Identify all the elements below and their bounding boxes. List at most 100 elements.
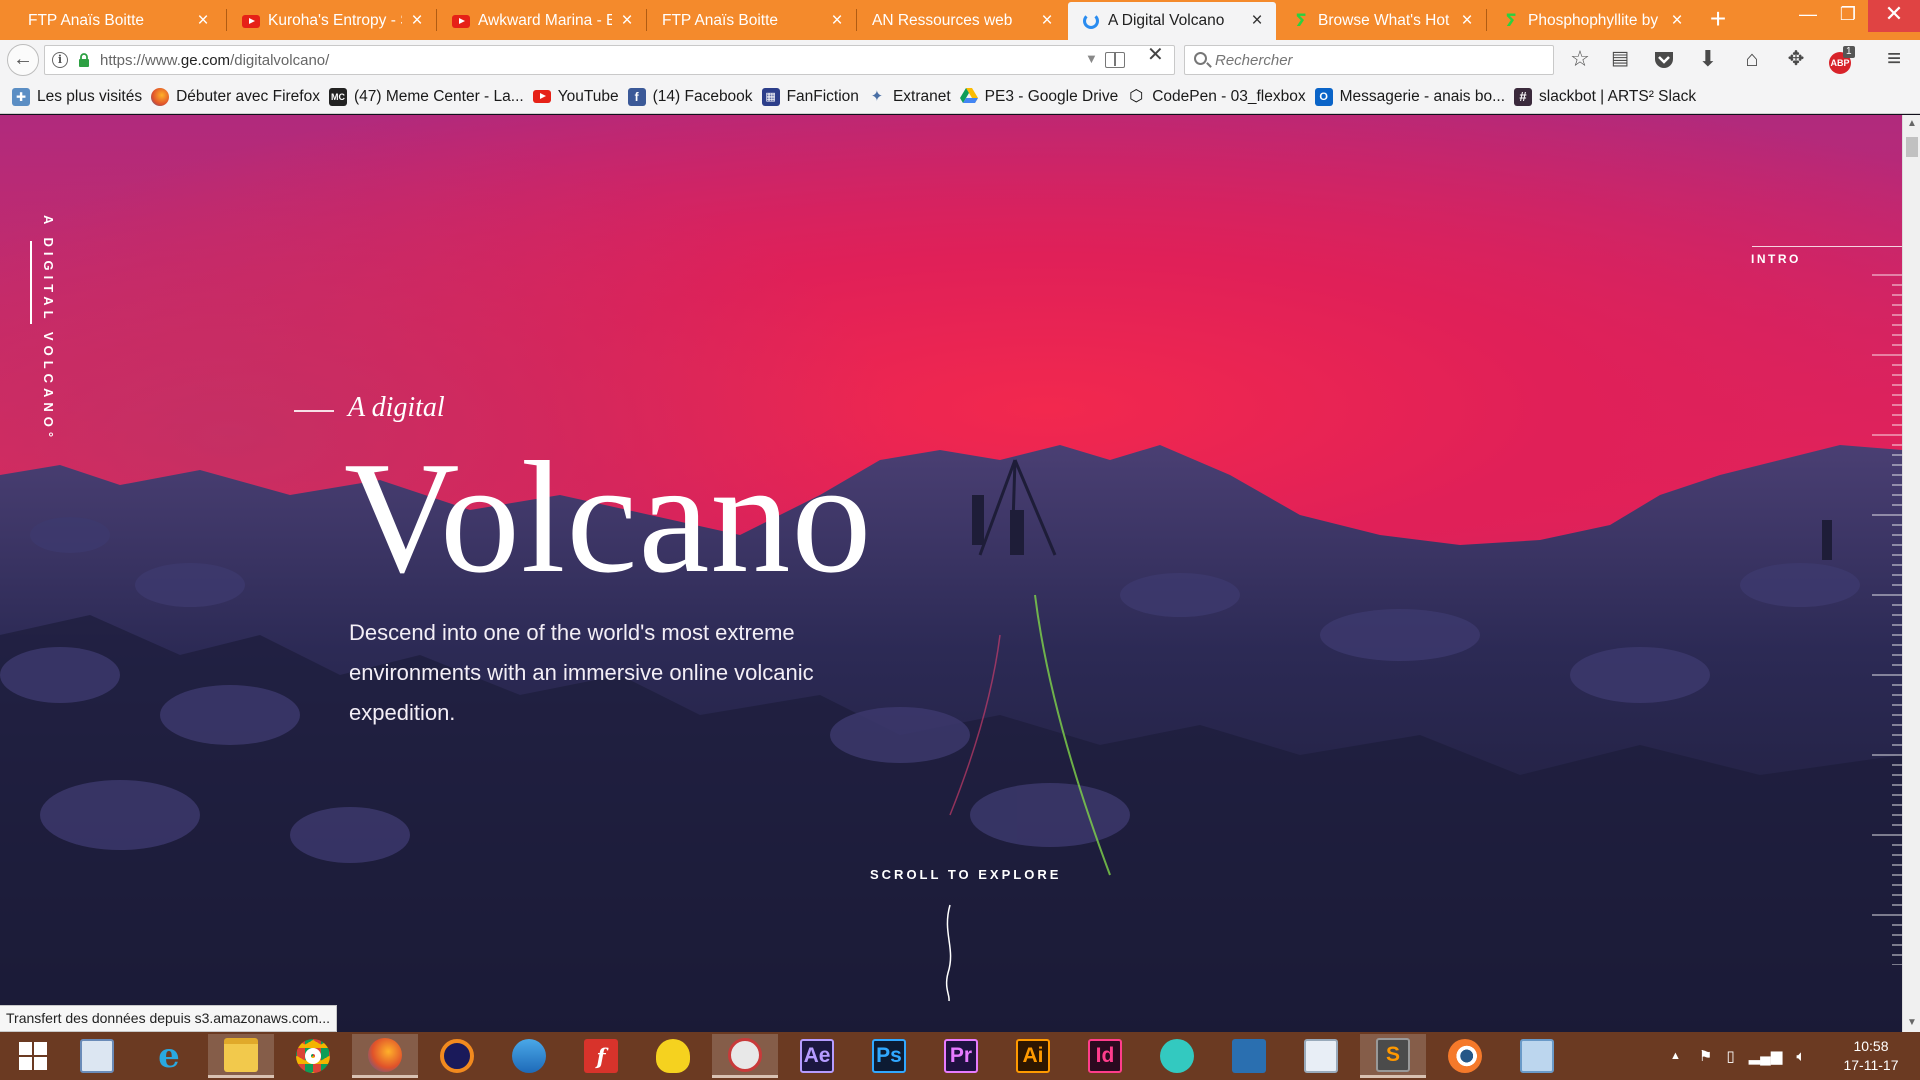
close-icon[interactable]: × <box>1038 10 1056 32</box>
restore-button[interactable]: ❐ <box>1828 0 1868 32</box>
control-panel-app[interactable] <box>1504 1034 1570 1078</box>
minimize-button[interactable]: — <box>1788 0 1828 32</box>
chrome-app[interactable] <box>280 1034 346 1078</box>
network-error-flag-icon[interactable]: ⚑ <box>1699 1047 1712 1065</box>
firefox-app[interactable] <box>352 1034 418 1078</box>
bookmarks-menu-icon[interactable]: ▤ <box>1604 44 1636 76</box>
signal-bars-icon[interactable]: ▂▄▆ <box>1749 1047 1783 1065</box>
image-viewer-app[interactable] <box>1288 1034 1354 1078</box>
folder-icon <box>224 1037 258 1072</box>
premiere-app[interactable]: Pr <box>928 1034 994 1078</box>
close-window-button[interactable]: ✕ <box>1868 0 1920 32</box>
tab-kurohas-entropy[interactable]: Kuroha's Entropy - S × <box>228 2 436 40</box>
close-icon[interactable]: × <box>194 10 212 32</box>
reader-view-icon[interactable] <box>1105 52 1125 68</box>
extranet-icon: ✦ <box>870 87 884 105</box>
bookmark-extranet[interactable]: ✦ Extranet <box>868 88 951 106</box>
snipping-tool-app[interactable] <box>712 1034 778 1078</box>
fanfiction-icon: ▦ <box>761 87 780 106</box>
sublime-text-app[interactable]: S <box>1360 1034 1426 1078</box>
close-icon[interactable]: × <box>828 10 846 32</box>
page-scrollbar[interactable]: ▲ ▼ <box>1902 115 1920 1032</box>
illustrator-app[interactable]: Ai <box>1000 1034 1066 1078</box>
filezilla-app[interactable] <box>496 1034 562 1078</box>
timeline-progress-ticks[interactable] <box>1870 265 1902 965</box>
tab-awkward-marina[interactable]: Awkward Marina - E × <box>438 2 646 40</box>
close-icon[interactable]: × <box>1458 10 1476 32</box>
battery-icon[interactable]: ▯ <box>1726 1047 1734 1065</box>
slack-icon: # <box>1514 87 1533 106</box>
scroll-down-arrow-icon[interactable]: ▼ <box>1903 1014 1920 1032</box>
tray-expand-chevron-icon[interactable]: ▲ <box>1670 1050 1681 1062</box>
blender-app[interactable] <box>1432 1034 1498 1078</box>
scroll-to-explore-label[interactable]: SCROLL TO EXPLORE <box>870 867 1061 882</box>
after-effects-app[interactable]: Ae <box>784 1034 850 1078</box>
bookmark-les-plus-visites[interactable]: ✚ Les plus visités <box>12 87 142 106</box>
tab-label: A Digital Volcano <box>1108 12 1225 29</box>
sublime-text-icon: S <box>1376 1037 1410 1072</box>
web-page-content: A DIGITAL VOLCANO° A digital Volcano Des… <box>0 115 1902 1032</box>
flash-app[interactable]: f <box>568 1034 634 1078</box>
photoshop-app[interactable]: Ps <box>856 1034 922 1078</box>
tab-browse-whats-hot[interactable]: ⵢ Browse What's Hot × <box>1278 2 1486 40</box>
google-drive-icon <box>959 87 978 106</box>
bookmark-pe3-google-drive[interactable]: PE3 - Google Drive <box>959 87 1118 106</box>
url-text[interactable]: https://www.ge.com/digitalvolcano/ <box>100 52 329 69</box>
bookmark-codepen[interactable]: ⬡ CodePen - 03_flexbox <box>1127 88 1305 106</box>
info-icon[interactable]: i <box>52 52 68 68</box>
scroll-thumb[interactable] <box>1906 137 1918 157</box>
tab-phosphophyllite[interactable]: ⵢ Phosphophyllite by × <box>1488 2 1696 40</box>
deviantart-icon: ⵢ <box>1505 11 1517 30</box>
search-bar[interactable] <box>1184 45 1554 75</box>
internet-explorer-app[interactable]: e <box>136 1034 202 1078</box>
side-brand-logo[interactable]: A DIGITAL VOLCANO° <box>36 215 56 475</box>
download-icon[interactable]: ⬇ <box>1692 44 1724 76</box>
person-app[interactable] <box>1216 1034 1282 1078</box>
bookmark-fanfiction[interactable]: ▦ FanFiction <box>761 87 859 106</box>
bookmarks-folder-icon: ✚ <box>12 87 30 106</box>
url-history-dropdown-icon[interactable]: ▼ <box>1085 51 1098 66</box>
tab-ftp-anais-boitte[interactable]: FTP Anaïs Boitte × <box>14 2 222 40</box>
miku-app[interactable] <box>1144 1034 1210 1078</box>
scroll-up-arrow-icon[interactable]: ▲ <box>1903 115 1920 133</box>
bookmark-star-icon[interactable]: ☆ <box>1564 44 1596 76</box>
bookmark-facebook[interactable]: f (14) Facebook <box>627 87 753 106</box>
menu-hamburger-icon[interactable]: ≡ <box>1878 44 1910 76</box>
audacity-app[interactable] <box>424 1034 490 1078</box>
tab-an-ressources-web[interactable]: AN Ressources web × <box>858 2 1066 40</box>
close-icon[interactable]: × <box>1248 10 1266 32</box>
facebook-icon: f <box>627 87 646 106</box>
bookmark-debuter-avec-firefox[interactable]: Débuter avec Firefox <box>151 87 320 106</box>
youtube-icon <box>452 12 470 30</box>
bookmark-youtube[interactable]: YouTube <box>532 88 619 106</box>
hero-tagline: A digital <box>348 392 445 423</box>
bookmark-messagerie[interactable]: O Messagerie - anais bo... <box>1314 87 1505 106</box>
volume-icon[interactable]: 🔈︎ <box>1796 1048 1805 1065</box>
tab-a-digital-volcano[interactable]: A Digital Volcano × <box>1068 2 1276 40</box>
close-icon[interactable]: × <box>408 10 426 32</box>
cyberduck-app[interactable] <box>640 1034 706 1078</box>
adblock-icon[interactable]: ABP 1 <box>1824 44 1856 76</box>
search-input[interactable] <box>1215 52 1535 69</box>
extension-icon[interactable]: ✥ <box>1780 44 1812 76</box>
audacity-headphones-icon <box>440 1039 474 1073</box>
file-explorer-app[interactable] <box>208 1034 274 1078</box>
tab-ftp-anais-boitte-2[interactable]: FTP Anaïs Boitte × <box>648 2 856 40</box>
loading-spinner-icon <box>1082 12 1100 30</box>
indesign-app[interactable]: Id <box>1072 1034 1138 1078</box>
close-icon[interactable]: × <box>1668 10 1686 32</box>
deviantart-icon: ⵢ <box>1295 11 1307 30</box>
bookmark-meme-center[interactable]: MC (47) Meme Center - La... <box>328 87 524 106</box>
remote-desktop-app[interactable] <box>64 1034 130 1078</box>
taskbar-clock[interactable]: 10:58 17-11-17 <box>1836 1037 1906 1075</box>
home-icon[interactable]: ⌂ <box>1736 44 1768 76</box>
url-bar[interactable]: i https://www.ge.com/digitalvolcano/ ▼ <box>44 45 1175 75</box>
section-indicator-intro[interactable]: INTRO <box>1751 252 1801 266</box>
bookmark-slackbot[interactable]: # slackbot | ARTS² Slack <box>1514 87 1696 106</box>
start-button[interactable] <box>0 1034 66 1078</box>
back-button[interactable]: ← <box>7 44 39 76</box>
stop-loading-button[interactable]: ✕ <box>1147 42 1164 67</box>
close-icon[interactable]: × <box>618 10 636 32</box>
new-tab-button[interactable]: + <box>1700 0 1736 40</box>
pocket-icon[interactable] <box>1648 44 1680 76</box>
